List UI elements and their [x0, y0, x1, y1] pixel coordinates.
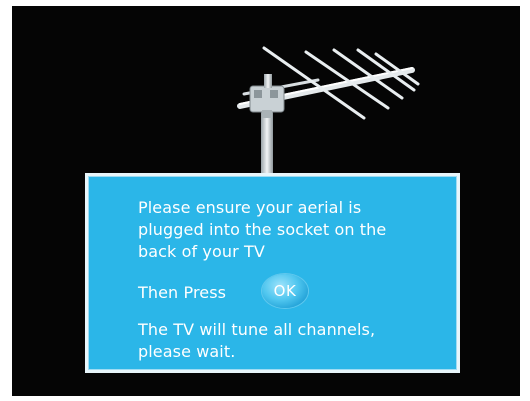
ok-button[interactable]: OK	[262, 274, 308, 308]
tv-screen: Please ensure your aerial is plugged int…	[12, 6, 520, 396]
aerial-instruction-text: Please ensure your aerial is plugged int…	[138, 198, 387, 261]
tuning-wait-text: The TV will tune all channels, please wa…	[138, 320, 376, 361]
setup-dialog: Please ensure your aerial is plugged int…	[85, 173, 460, 373]
then-press-label: Then Press	[138, 283, 227, 302]
ok-button-label: OK	[273, 282, 297, 300]
